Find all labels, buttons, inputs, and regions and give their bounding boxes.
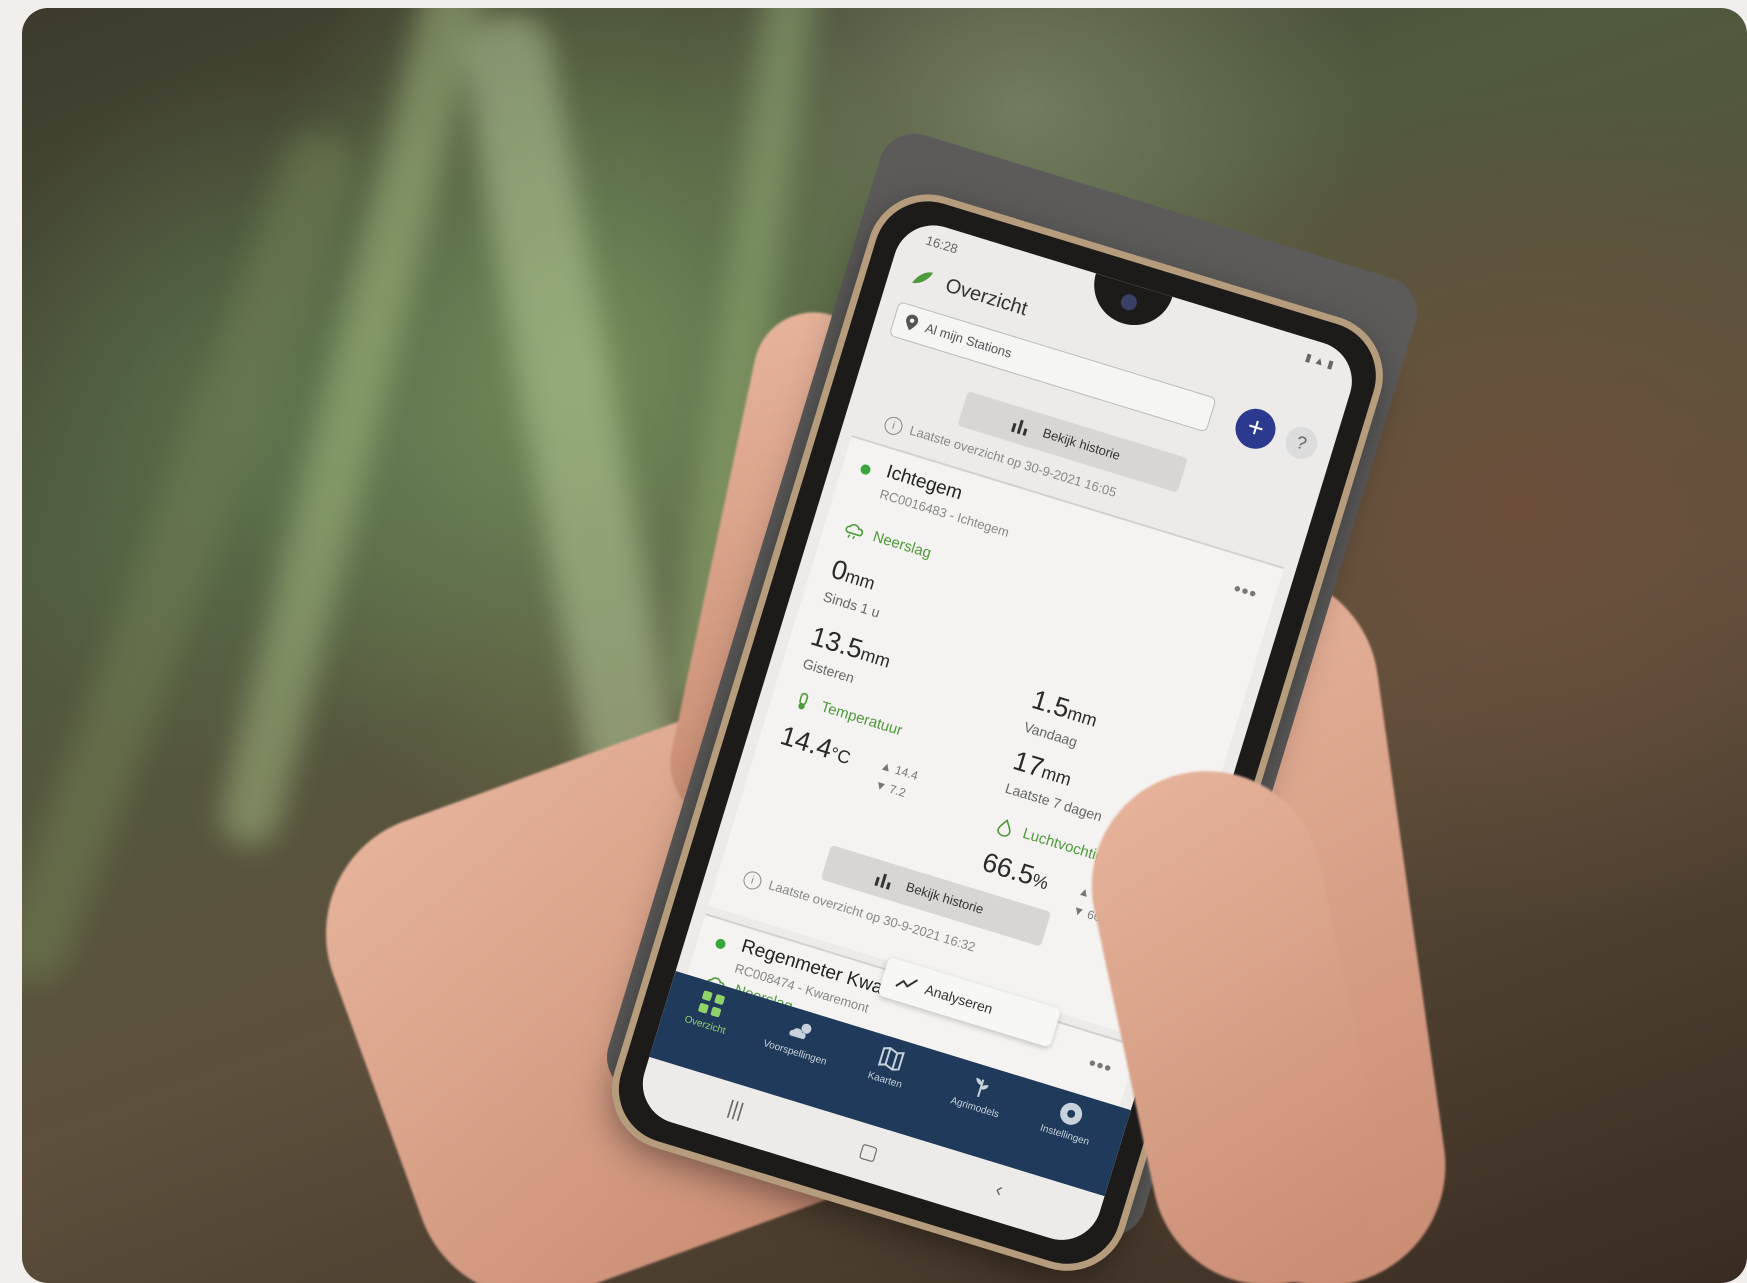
photo-background: 16:28 ▮ ▲ ▮ Overzicht Al mijn Stations + <box>22 8 1747 1283</box>
home-button[interactable]: ▢ <box>856 1137 881 1166</box>
info-icon: i <box>741 869 764 892</box>
more-options-button[interactable]: ••• <box>1085 1052 1115 1081</box>
temperature-min: ▼ 7.2 <box>872 777 908 801</box>
precipitation-label: Neerslag <box>870 528 934 562</box>
thermometer-icon <box>798 692 809 710</box>
weather-icon <box>789 1023 812 1040</box>
location-pin-icon <box>906 314 919 331</box>
leaf-logo-icon <box>912 272 934 284</box>
history-button-label: Bekijk historie <box>904 879 986 917</box>
bar-chart-icon <box>874 873 891 890</box>
trend-line-icon <box>895 979 919 988</box>
temperature-value: 14.4°C <box>776 720 854 769</box>
settings-icon <box>1060 1102 1083 1125</box>
precip-period-label: Sinds 1 u <box>821 588 882 621</box>
station-status-dot <box>859 463 872 476</box>
humidity-drop-icon <box>997 818 1011 837</box>
more-options-button[interactable]: ••• <box>1230 578 1260 607</box>
recent-apps-button[interactable]: ||| <box>725 1097 746 1124</box>
history-button-label: Bekijk historie <box>1040 425 1123 463</box>
plant-icon <box>976 1077 989 1098</box>
temperature-label: Temperatuur <box>818 698 905 740</box>
info-icon: i <box>882 414 905 438</box>
map-icon <box>877 1047 905 1071</box>
page-title: Overzicht <box>942 274 1030 321</box>
station-status-dot <box>714 937 727 951</box>
grid-icon <box>698 990 725 1018</box>
status-icons: ▮ ▲ ▮ <box>1303 351 1336 372</box>
humidity-value: 66.5% <box>978 846 1051 894</box>
analyse-button-label: Analyseren <box>923 981 995 1017</box>
help-button[interactable]: ? <box>1281 422 1322 463</box>
nav-label: Agrimodels <box>949 1095 1001 1121</box>
rain-cloud-icon <box>845 523 864 540</box>
back-button[interactable]: ‹ <box>992 1179 1006 1203</box>
nav-label: Instellingen <box>1038 1122 1091 1149</box>
bar-chart-icon <box>1011 419 1028 436</box>
status-time: 16:28 <box>924 232 960 257</box>
camera-icon <box>1118 292 1139 313</box>
